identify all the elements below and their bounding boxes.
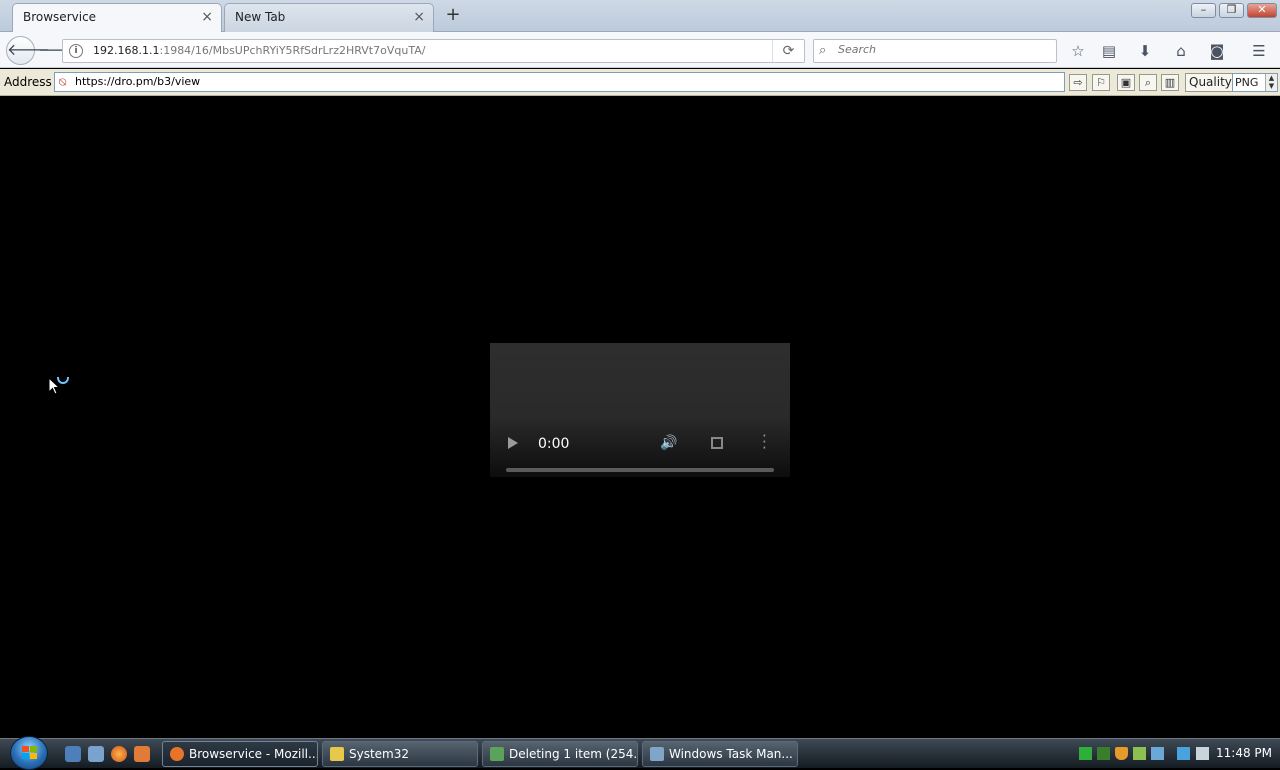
address-label: Address: [4, 75, 52, 89]
home-icon[interactable]: ⌂: [1171, 41, 1191, 61]
search-box[interactable]: ⌕: [813, 39, 1057, 63]
taskbar-item-label: Windows Task Man...: [669, 747, 793, 761]
update-check-icon[interactable]: [1133, 747, 1146, 760]
video-player[interactable]: 0:00 🔊 · · ·: [490, 343, 790, 477]
bookmark-star-icon[interactable]: ☆: [1068, 41, 1088, 61]
video-time: 0:00: [538, 436, 570, 452]
url-host: 192.168.1.1: [93, 44, 160, 57]
forward-button[interactable]: 🡒: [38, 41, 78, 61]
network-activity-icon[interactable]: [1079, 747, 1092, 760]
go-arrow-icon[interactable]: ⇨: [1069, 74, 1087, 91]
video-progress-bar[interactable]: [506, 468, 774, 472]
taskbar-item-browservice[interactable]: Browservice - Mozill...: [162, 741, 318, 767]
downloads-icon[interactable]: ⬇: [1135, 41, 1155, 61]
fullscreen-icon[interactable]: [711, 437, 723, 449]
taskbar-item-label: System32: [349, 747, 410, 761]
firefox-icon: [170, 747, 184, 761]
navigation-toolbar: 🡐 🡒 i 192.168.1.1:1984/16/MbsUPchRYiY5Rf…: [0, 32, 1280, 68]
search-input[interactable]: [838, 43, 1038, 56]
taskbar-item-task-manager[interactable]: Windows Task Man...: [642, 741, 798, 767]
address-toolbar: Address ⍉ ⇨ ⚐ ▣ ⌕ ▥ Quality PNG ▲▼: [0, 69, 1280, 96]
clipboard-icon[interactable]: ▥: [1161, 74, 1179, 91]
url-text[interactable]: 192.168.1.1:1984/16/MbsUPchRYiY5RfSdrLrz…: [93, 44, 425, 57]
format-value: PNG: [1235, 76, 1259, 89]
site-info-icon[interactable]: i: [69, 44, 83, 58]
new-tab-button[interactable]: +: [444, 5, 462, 25]
page-content: 0:00 🔊 · · ·: [0, 97, 1280, 738]
search-icon: ⌕: [819, 43, 827, 58]
close-tab-icon[interactable]: ×: [201, 4, 213, 30]
volume-icon[interactable]: 🔊: [660, 435, 677, 451]
app-quicklaunch-icon[interactable]: [134, 746, 150, 762]
save-page-icon[interactable]: ▣: [1117, 74, 1135, 91]
start-button[interactable]: [10, 736, 48, 770]
folder-icon: [330, 747, 344, 761]
reload-icon[interactable]: ⟳: [772, 40, 804, 62]
tab-browservice[interactable]: Browservice ×: [12, 3, 222, 32]
tab-label: Browservice: [23, 10, 97, 24]
tab-new-tab[interactable]: New Tab ×: [224, 3, 434, 32]
quality-button[interactable]: Quality: [1185, 73, 1236, 92]
image-format-select[interactable]: PNG ▲ ▼: [1232, 73, 1278, 92]
insecure-icon: ⍉: [59, 75, 67, 89]
clock[interactable]: 11:48 PM: [1216, 746, 1272, 760]
address-input[interactable]: [75, 75, 1055, 88]
address-field[interactable]: ⍉: [54, 72, 1065, 92]
more-options-icon[interactable]: · · ·: [762, 429, 767, 456]
security-shield-icon[interactable]: [1115, 747, 1128, 760]
minimize-button[interactable]: –: [1191, 3, 1216, 18]
menu-icon[interactable]: ☰: [1249, 41, 1269, 61]
find-icon[interactable]: ⌕: [1139, 74, 1157, 91]
spinner-arrows-icon[interactable]: ▲ ▼: [1265, 74, 1277, 91]
url-bar[interactable]: i 192.168.1.1:1984/16/MbsUPchRYiY5RfSdrL…: [62, 39, 805, 63]
switch-windows-icon[interactable]: [88, 746, 104, 762]
firefox-quicklaunch-icon[interactable]: [111, 746, 127, 762]
windows-logo-icon: [22, 746, 37, 759]
busy-cursor-icon: [48, 377, 69, 395]
taskbar-item-deleting[interactable]: Deleting 1 item (254...: [482, 741, 638, 767]
tab-strip: Browservice × New Tab × + – ❐ ✕: [0, 0, 1280, 32]
close-tab-icon[interactable]: ×: [413, 4, 425, 30]
app-tray-icon[interactable]: [1151, 747, 1164, 760]
pocket-icon[interactable]: ◙: [1207, 41, 1227, 61]
bookmarks-list-icon[interactable]: ▤: [1099, 41, 1119, 61]
file-operation-icon: [490, 747, 504, 761]
bookmark-icon[interactable]: ⚐: [1092, 74, 1110, 91]
task-manager-icon: [650, 747, 664, 761]
tab-label: New Tab: [235, 10, 286, 24]
restore-button[interactable]: ❐: [1219, 3, 1244, 18]
play-icon[interactable]: [508, 437, 518, 449]
taskbar-item-label: Deleting 1 item (254...: [509, 747, 638, 761]
taskbar-item-system32[interactable]: System32: [322, 741, 478, 767]
tray-arrow-icon[interactable]: [1097, 747, 1110, 760]
back-button[interactable]: 🡐: [6, 36, 50, 65]
taskbar: Browservice - Mozill... System32 Deletin…: [0, 736, 1280, 770]
url-path: :1984/16/MbsUPchRYiY5RfSdrLrz2HRVt7oVquT…: [159, 44, 426, 57]
window-close-button[interactable]: ✕: [1247, 3, 1277, 18]
taskbar-item-label: Browservice - Mozill...: [189, 747, 318, 761]
volume-muted-icon[interactable]: [1196, 747, 1209, 760]
show-desktop-icon[interactable]: [65, 746, 81, 762]
network-icon[interactable]: [1177, 747, 1190, 760]
